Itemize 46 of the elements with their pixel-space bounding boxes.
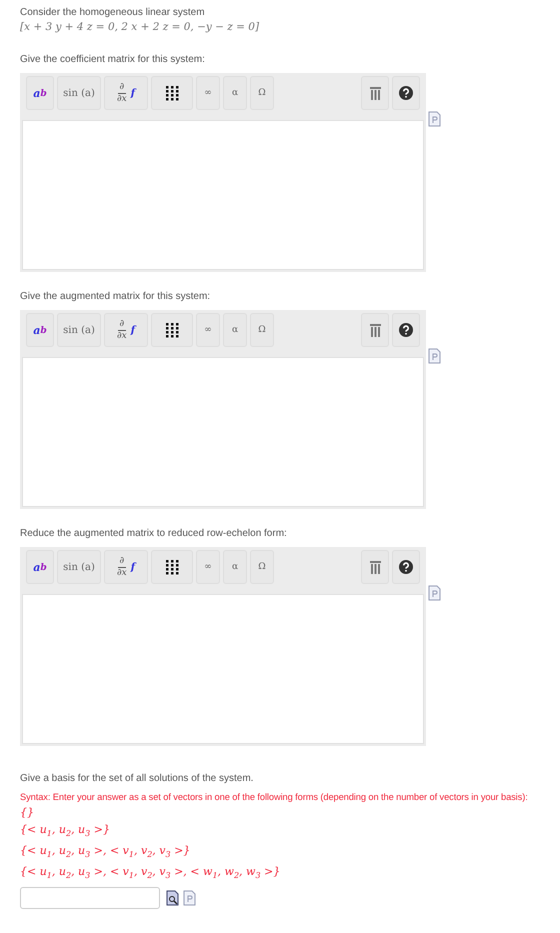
- question-text: Reduce the augmented matrix to reduced row-echelon form:: [20, 527, 288, 541]
- delete-button[interactable]: [361, 76, 389, 110]
- symbol-button[interactable]: Ω: [250, 76, 274, 110]
- trash-icon: [370, 560, 380, 574]
- symbol-button[interactable]: ∞: [196, 76, 220, 110]
- matrix-icon: [166, 560, 178, 574]
- help-button[interactable]: [392, 550, 420, 584]
- delete-button[interactable]: [361, 313, 389, 347]
- symbol-button[interactable]: α: [223, 76, 247, 110]
- question-text: Consider the homogeneous linear system: [20, 6, 206, 20]
- symbol-button[interactable]: Ω: [250, 550, 274, 584]
- symbol-button[interactable]: α: [223, 550, 247, 584]
- symbol-button[interactable]: Ω: [250, 313, 274, 347]
- help-icon: [399, 560, 413, 574]
- syntax-example: {< u$_{1}$, u$_{2}$, u$_{3}$ >, < v$_{1}$, v$_{2}$, v$_{3}$ >}: [20, 843, 192, 862]
- syntax-example: {}: [20, 805, 35, 821]
- question-text: Give the augmented matrix for this system:: [20, 290, 212, 304]
- matrix-icon: [166, 322, 178, 338]
- matrix-button[interactable]: [151, 550, 193, 584]
- answer-field[interactable]: [20, 886, 160, 909]
- syntax-example: {< u$_{1}$, u$_{2}$, u$_{3}$ >}: [20, 822, 111, 840]
- function-button[interactable]: sin (a): [57, 550, 101, 584]
- symbol-button[interactable]: α: [223, 313, 247, 347]
- question-text: Give the coefficient matrix for this system:: [20, 53, 206, 67]
- help-button[interactable]: [392, 313, 420, 347]
- matrix-icon: [166, 86, 178, 100]
- document-icon[interactable]: [428, 348, 441, 364]
- syntax-hint: Syntax: Enter your answer as a set of vectors in one of the following forms (depending on the number of vectors in your basis):: [20, 791, 529, 804]
- question-text: Give a basis for the set of all solutions of the system.: [20, 772, 254, 786]
- equation-system: [x + 3 y + 4 z = 0, 2 x + 2 z = 0, −y − z = 0]: [20, 20, 260, 35]
- syntax-example: {< u$_{1}$, u$_{2}$, u$_{3}$ >, < v$_{1}$, v$_{2}$, v$_{3}$ >, < w$_{1}$, w$_{2}$, w$_{3}$ >}: [20, 864, 282, 883]
- help-icon: [399, 323, 413, 337]
- document-icon[interactable]: [428, 585, 441, 601]
- document-icon[interactable]: [428, 111, 441, 127]
- preview-icon[interactable]: [166, 890, 179, 906]
- symbol-button[interactable]: ∞: [196, 313, 220, 347]
- symbol-button[interactable]: ∞: [196, 550, 220, 584]
- help-icon: [399, 86, 413, 100]
- function-button[interactable]: sin (a): [57, 76, 101, 110]
- trash-icon: [370, 86, 380, 100]
- trash-icon: [370, 324, 380, 336]
- function-button[interactable]: sin (a): [57, 313, 101, 347]
- matrix-button[interactable]: [151, 313, 193, 347]
- help-button[interactable]: [392, 76, 420, 110]
- matrix-button[interactable]: [151, 76, 193, 110]
- delete-button[interactable]: [361, 550, 389, 584]
